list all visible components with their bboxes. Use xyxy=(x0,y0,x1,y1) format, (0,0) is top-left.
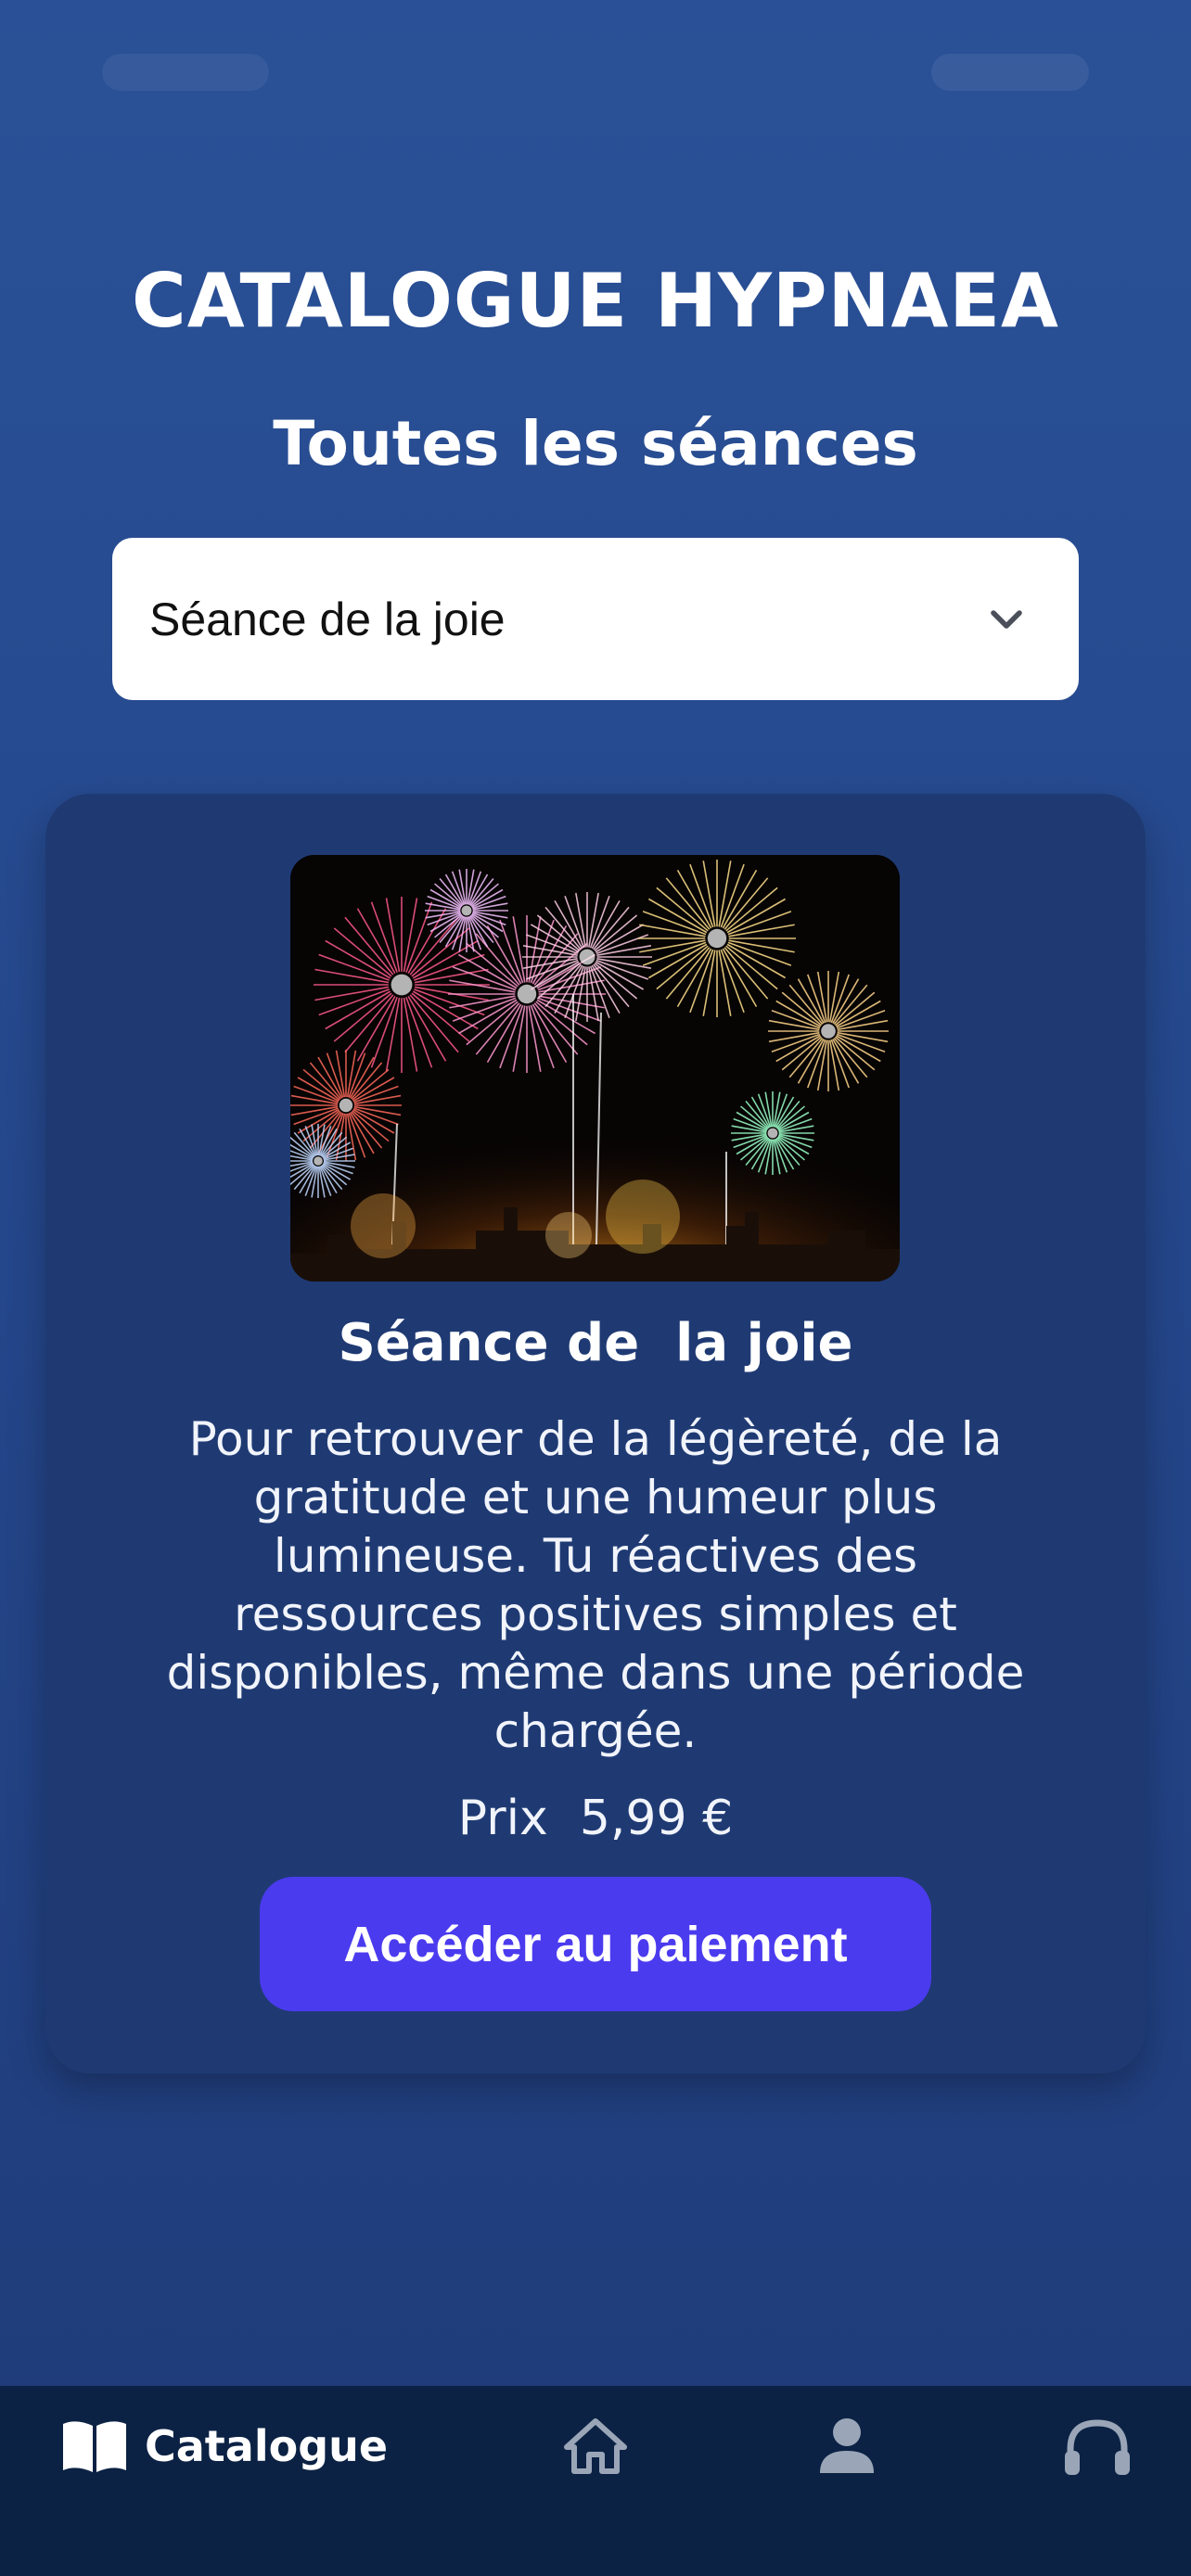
nav-item-home[interactable] xyxy=(561,2404,630,2488)
nav-item-audio[interactable] xyxy=(1063,2404,1132,2488)
session-select[interactable]: Séance de la joie xyxy=(112,538,1079,700)
pay-button[interactable]: Accéder au paiement xyxy=(260,1877,931,2011)
status-bar xyxy=(0,0,1191,130)
session-description: Pour retrouver de la légèreté, de la gra… xyxy=(166,1412,1025,1758)
session-select-value: Séance de la joie xyxy=(149,593,506,645)
home-icon xyxy=(564,2418,627,2474)
session-title: Séance de la joie xyxy=(338,1313,853,1373)
status-bar-time-placeholder xyxy=(102,54,269,91)
fireworks-image xyxy=(290,855,900,1282)
bottom-nav: Catalogue xyxy=(0,2386,1191,2576)
price-row: Prix 5,99 € xyxy=(45,1791,1146,1846)
book-open-icon xyxy=(63,2421,126,2472)
price-value: 5,99 € xyxy=(579,1791,734,1846)
app-title: CATALOGUE HYPNAEA xyxy=(132,258,1059,344)
user-icon xyxy=(820,2418,874,2473)
nav-item-label: Catalogue xyxy=(145,2421,389,2471)
nav-item-catalogue[interactable]: Catalogue xyxy=(59,2404,388,2488)
status-bar-indicators-placeholder xyxy=(931,54,1089,91)
nav-item-profile[interactable] xyxy=(816,2404,877,2488)
price-label: Prix xyxy=(457,1791,548,1846)
session-card: Séance de la joie Pour retrouver de la l… xyxy=(45,794,1146,2073)
chevron-down-icon xyxy=(991,610,1022,629)
section-title: Toutes les séances xyxy=(273,408,918,479)
headphones-icon xyxy=(1065,2419,1130,2475)
